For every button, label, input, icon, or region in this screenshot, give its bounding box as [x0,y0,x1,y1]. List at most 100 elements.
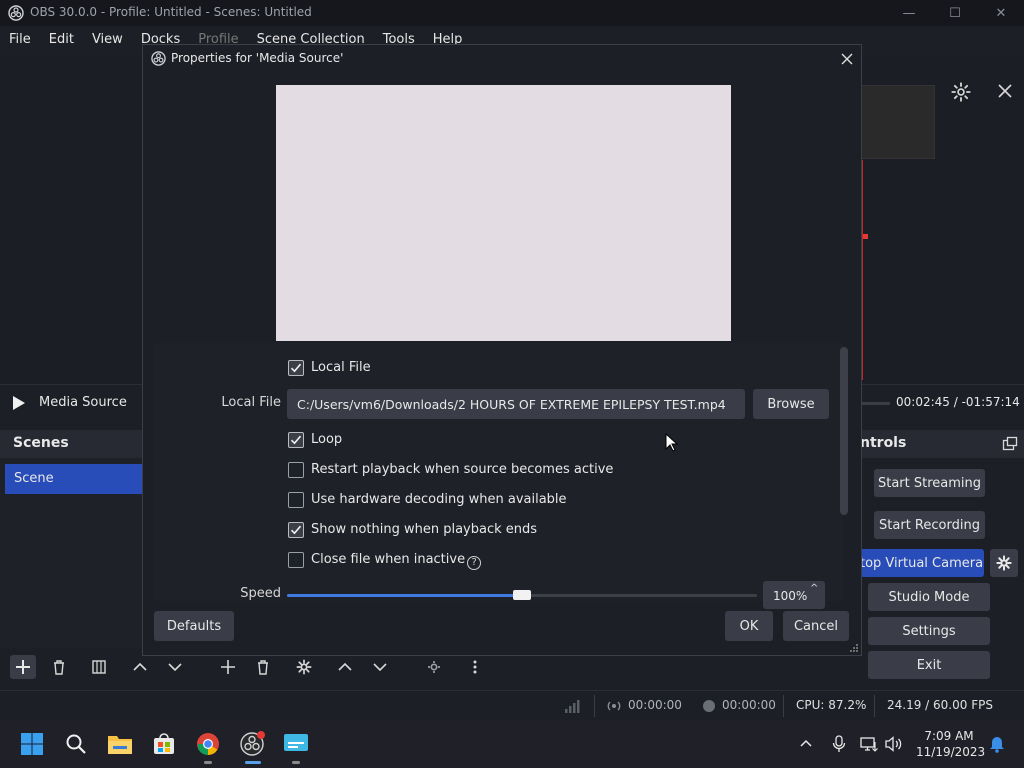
obs-logo-icon [8,5,24,21]
restart-playback-checkbox[interactable] [288,462,304,478]
start-recording-button[interactable]: Start Recording [874,511,985,539]
add-source-button[interactable] [215,655,241,679]
studio-mode-button[interactable]: Studio Mode [868,583,990,611]
remote-desktop-running-indicator [292,761,300,764]
trash-icon [258,660,268,675]
cpu-usage: CPU: 87.2% [796,698,867,712]
status-bar: 00:00:00 00:00:00 CPU: 87.2% 24.19 / 60.… [0,690,1024,720]
file-explorer-icon[interactable] [107,731,133,757]
local-file-label: Local File [221,395,281,410]
media-time: 00:02:45 / -01:57:14 [896,395,1020,409]
help-icon[interactable]: ? [467,556,482,570]
speed-spinbox[interactable]: 100% ^ [763,581,825,609]
ok-button[interactable]: OK [725,611,773,641]
show-nothing-checkbox[interactable] [288,522,304,538]
checkmark-icon [290,525,302,535]
close-window-button[interactable]: ✕ [978,0,1024,26]
more-options-button[interactable] [462,655,488,679]
search-icon[interactable] [63,731,89,757]
network-icon[interactable] [858,733,880,755]
move-scene-up-button[interactable] [127,655,153,679]
chrome-icon[interactable] [195,731,221,757]
exit-button[interactable]: Exit [868,651,990,679]
recording-icon [703,700,715,712]
virtual-camera-settings-button[interactable] [990,549,1018,577]
close-icon[interactable] [839,51,855,67]
undock-icon[interactable] [1002,436,1018,452]
move-source-up-button[interactable] [332,655,358,679]
close-file-label-wrap: Close file when inactive? [311,552,482,570]
hardware-decoding-label: Use hardware decoding when available [311,492,567,507]
speed-label: Speed [240,586,281,601]
loop-checkbox[interactable] [288,432,304,448]
minimize-button[interactable]: — [886,0,932,26]
fps-readout: 24.19 / 60.00 FPS [887,698,993,712]
defaults-button[interactable]: Defaults [154,611,234,641]
media-seek-bar[interactable] [860,402,890,405]
chevron-down-icon [168,663,182,672]
signal-bars-icon [565,700,580,713]
local-file-checkbox-label: Local File [311,360,371,375]
maximize-button[interactable]: ☐ [932,0,978,26]
obs-taskbar-icon[interactable] [239,731,265,757]
show-hidden-icons-icon[interactable] [795,733,817,755]
checkmark-icon [290,363,302,373]
settings-button[interactable]: Settings [868,617,990,645]
close-icon[interactable] [996,82,1014,100]
chevron-up-icon [133,662,147,671]
system-clock[interactable]: 7:09 AM 11/19/2023 [916,728,986,760]
obs-logo-icon [151,51,166,66]
menu-file[interactable]: File [0,28,40,52]
controls-title: ntrols [860,435,907,451]
controls-dock-header: ntrols [860,430,1024,458]
speed-value: 100% [773,589,808,603]
trash-icon [54,660,64,675]
microsoft-store-icon[interactable] [151,731,177,757]
close-file-label: Close file when inactive [311,552,466,567]
remove-source-button[interactable] [250,655,276,679]
mixer-settings-button[interactable] [421,655,447,679]
local-file-path-input[interactable]: C:/Users/vm6/Downloads/2 HOURS OF EXTREM… [287,389,745,419]
gear-icon[interactable] [950,81,972,103]
local-file-checkbox[interactable] [288,360,304,376]
browse-button[interactable]: Browse [753,389,829,419]
speed-slider-thumb[interactable] [513,590,531,600]
play-icon[interactable] [12,395,26,411]
properties-scrollbar[interactable] [840,347,848,515]
volume-icon[interactable] [883,733,905,755]
move-scene-down-button[interactable] [162,655,188,679]
notifications-bell-icon[interactable] [986,733,1008,755]
scene-item[interactable]: Scene [5,464,142,494]
gear-icon [296,659,312,675]
chevron-up-icon [338,662,352,671]
scenes-dock-header: Scenes [0,430,142,458]
close-file-checkbox[interactable] [288,552,304,568]
move-source-down-button[interactable] [367,655,393,679]
loop-label: Loop [311,432,343,447]
stop-virtual-camera-button[interactable]: top Virtual Camera [860,549,984,577]
windows-start-icon[interactable] [19,731,45,757]
source-properties-button[interactable] [291,655,317,679]
remove-scene-button[interactable] [46,655,72,679]
remote-desktop-icon[interactable] [283,731,309,757]
clock-time: 7:09 AM [924,729,974,743]
restart-playback-label: Restart playback when source becomes act… [311,462,614,477]
stream-time: 00:00:00 [628,698,682,712]
menu-edit[interactable]: Edit [40,28,83,52]
menu-view[interactable]: View [83,28,132,52]
title-bar: OBS 30.0.0 - Profile: Untitled - Scenes:… [0,0,1024,26]
clock-date: 11/19/2023 [916,745,986,759]
cancel-button[interactable]: Cancel [783,611,849,641]
chevron-down-icon [373,663,387,672]
add-scene-button[interactable] [10,655,36,679]
start-streaming-button[interactable]: Start Streaming [874,469,985,497]
scenes-title: Scenes [13,435,69,451]
start-logo-icon [21,733,43,755]
microphone-icon[interactable] [828,733,850,755]
scene-filters-button[interactable] [86,655,112,679]
plus-icon [16,660,30,674]
spin-up-icon[interactable]: ^ [810,583,818,594]
resize-grip-icon[interactable] [849,643,859,653]
preview-resize-handle[interactable] [863,234,868,239]
hardware-decoding-checkbox[interactable] [288,492,304,508]
